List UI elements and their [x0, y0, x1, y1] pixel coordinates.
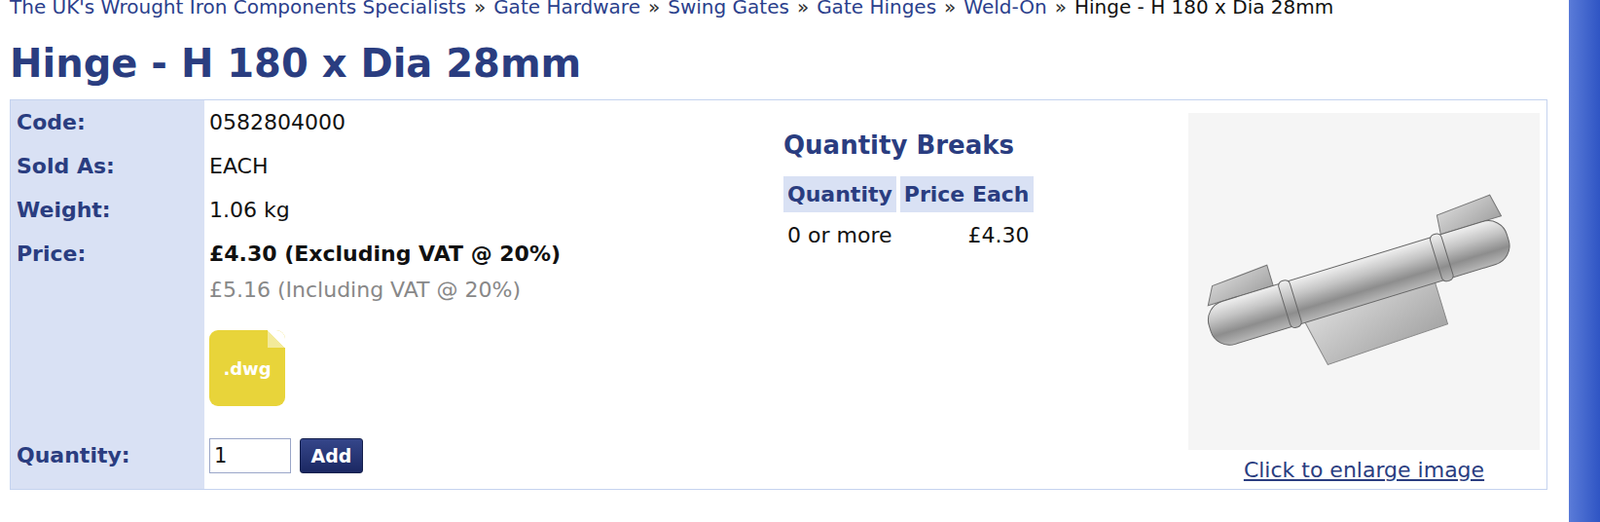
product-image[interactable]	[1188, 112, 1540, 450]
detail-label: Code:	[10, 100, 205, 145]
quantity-breaks: Quantity Breaks QuantityPrice Each0 or mo…	[783, 100, 1038, 489]
breadcrumb-item: Hinge - H 180 x Dia 28mm	[1074, 0, 1334, 19]
product-title: Hinge - H 180 x Dia 28mm	[9, 40, 1548, 86]
breadcrumb-separator: »	[797, 0, 809, 19]
enlarge-image-link[interactable]: Click to enlarge image	[1243, 457, 1485, 483]
breadcrumb-item[interactable]: The UK's Wrought Iron Components Special…	[9, 0, 467, 19]
detail-value: 0582804000	[204, 100, 750, 145]
product-details: Code:0582804000Sold As:EACHWeight:1.06 k…	[10, 100, 750, 489]
image-panel: Click to enlarge image	[1188, 100, 1547, 489]
main-content: The UK's Wrought Iron Components Special…	[0, 0, 1569, 522]
breadcrumb: The UK's Wrought Iron Components Special…	[9, 0, 1548, 18]
detail-value: EACH	[204, 144, 750, 188]
quantity-breaks-title: Quantity Breaks	[783, 128, 1038, 162]
breadcrumb-item[interactable]: Gate Hinges	[816, 0, 937, 19]
quantity-input[interactable]	[209, 437, 291, 473]
table-row: 0 or more£4.30	[783, 215, 1034, 255]
breadcrumb-item[interactable]: Swing Gates	[667, 0, 790, 19]
table-header-row: QuantityPrice Each	[783, 176, 1034, 213]
breadcrumb-separator: »	[648, 0, 660, 19]
hinge-product-image	[1188, 112, 1540, 450]
quantity-controls: Add	[204, 433, 750, 477]
table-header-cell: Price Each	[900, 176, 1034, 213]
table-cell: £4.30	[900, 215, 1034, 255]
product-page: The UK's Wrought Iron Components Special…	[0, 0, 1600, 522]
side-strip	[1568, 0, 1600, 522]
detail-label: Sold As:	[10, 144, 205, 188]
breadcrumb-separator: »	[944, 0, 956, 19]
product-box: Code:0582804000Sold As:EACHWeight:1.06 k…	[9, 99, 1548, 490]
detail-value: 1.06 kg	[204, 187, 750, 232]
price-value: £4.30 (Excluding VAT @ 20%)£5.16 (Includ…	[204, 231, 750, 434]
price-label: Price:	[10, 231, 205, 434]
dwg-file-icon[interactable]: .dwg	[209, 329, 286, 406]
breadcrumb-separator: »	[1054, 0, 1067, 19]
quantity-label: Quantity:	[10, 433, 205, 477]
detail-label: Weight:	[10, 187, 205, 232]
price-inc-vat: £5.16 (Including VAT @ 20%)	[209, 275, 521, 305]
table-header-cell: Quantity	[783, 176, 897, 213]
breadcrumb-separator: »	[473, 0, 486, 19]
breadcrumb-item[interactable]: Weld-On	[963, 0, 1047, 19]
price-ex-vat: £4.30 (Excluding VAT @ 20%)	[209, 231, 561, 276]
breadcrumb-item[interactable]: Gate Hardware	[493, 0, 641, 19]
quantity-breaks-table: QuantityPrice Each0 or more£4.30	[779, 173, 1038, 258]
add-button[interactable]: Add	[299, 437, 364, 473]
table-cell: 0 or more	[783, 215, 897, 255]
